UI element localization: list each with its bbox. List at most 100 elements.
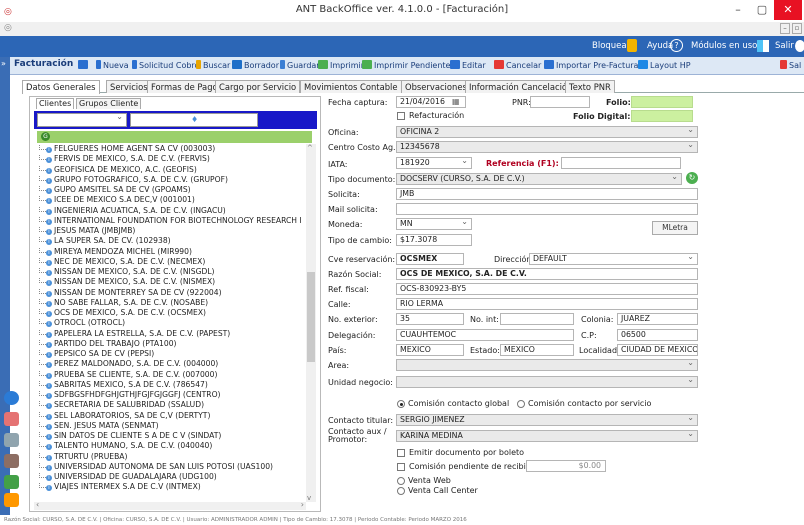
no-int-field[interactable] (500, 313, 574, 325)
cp-field[interactable]: 06500 (617, 329, 698, 341)
mdi-restore-icon[interactable]: ▫ (792, 23, 802, 34)
refacturacion-checkbox[interactable] (397, 112, 405, 120)
maximize-button[interactable]: ▢ (750, 0, 774, 20)
client-list-item[interactable]: i TRTURTU (PRUEBA) (36, 452, 127, 462)
client-list-item[interactable]: i SECRETARIA DE SALUBRIDAD (SSALUD) (36, 400, 204, 410)
refresh-icon[interactable]: ↻ (686, 172, 698, 184)
client-list-item[interactable]: i SEL LABORATORIOS, SA DE C,V (DERTYT) (36, 411, 210, 421)
tab-observaciones[interactable]: Observaciones (401, 80, 471, 93)
tools-icon[interactable] (4, 493, 19, 507)
client-list-item[interactable]: i PAPELERA LA ESTRELLA, S.A. DE C.V. (PAP… (36, 329, 230, 339)
client-list-item[interactable]: i PARTIDO DEL TRABAJO (PTA100) (36, 339, 177, 349)
client-list-item[interactable]: i NISSAN DE MEXICO, S.A. DE C.V. (NISGDL) (36, 267, 215, 277)
client-list-item[interactable]: i UNIVERSIDAD DE GUADALAJARA (UDG100) (36, 472, 217, 482)
exit-button[interactable]: Salir (775, 41, 794, 51)
scroll-up-icon[interactable]: ^ (307, 144, 313, 152)
tab-informacion-cancelacion[interactable]: Información Cancelación (465, 80, 577, 93)
client-list-item[interactable]: i SDFBGSFHDFGHJGTHJFGJFGJGGFJ (CENTRO) (36, 390, 221, 400)
client-list-item[interactable]: i SEN. JESUS MATA (SENMAT) (36, 421, 159, 431)
users-icon[interactable] (4, 412, 19, 426)
promotor-select[interactable]: KARINA MEDINA (396, 430, 698, 442)
tb-editar-button[interactable]: Editar (450, 60, 486, 70)
mail-solicita-field[interactable] (396, 203, 698, 215)
mdi-minimize-icon[interactable]: – (780, 23, 790, 34)
tb-nueva-button[interactable]: Nueva (96, 60, 129, 70)
tab-grupos-cliente[interactable]: Grupos Cliente (76, 98, 142, 109)
tab-datos-generales[interactable]: Datos Generales (22, 80, 100, 94)
referencia-field[interactable] (561, 157, 681, 169)
tab-texto-pnr[interactable]: Texto PNR (565, 80, 615, 93)
modules-button[interactable]: Módulos en uso (691, 41, 757, 51)
tb-guardar-button[interactable]: Guardar (280, 60, 320, 70)
client-list-item[interactable]: i PRUEBA SE CLIENTE, S.A. DE C.V. (007000… (36, 370, 217, 380)
client-search-input[interactable]: ♦ (130, 113, 258, 127)
client-list-item[interactable]: i PEPSICO SA DE CV (PEPSI) (36, 349, 154, 359)
client-list-item[interactable]: i NISSAN DE MEXICO, S.A. DE C.V. (NISMEX) (36, 277, 215, 287)
tab-clientes[interactable]: Clientes (36, 98, 75, 109)
tb-borrador-button[interactable]: Borrador (232, 60, 279, 70)
solicita-field[interactable]: JMB (396, 188, 698, 200)
tab-movimientos-contable[interactable]: Movimientos Contable (300, 80, 402, 93)
no-exterior-field[interactable]: 35 (396, 313, 464, 325)
pnr-field[interactable] (530, 96, 590, 108)
client-list-item[interactable]: i GUPO AMSITEL SA DE CV (GPOAMS) (36, 185, 191, 195)
oficina-select[interactable]: OFICINA 2 (396, 126, 698, 138)
client-list-item[interactable]: i LA SUPER SA. DE CV. (102938) (36, 236, 171, 246)
scroll-right-icon[interactable]: › (301, 500, 304, 509)
close-button[interactable]: ✕ (774, 0, 802, 20)
tipo-cambio-field[interactable]: $17.3078 (396, 234, 472, 246)
comision-global-radio[interactable] (397, 400, 405, 408)
scroll-down-icon[interactable]: v (307, 494, 311, 502)
razon-social-field[interactable]: OCS DE MEXICO, S.A. DE C.V. (396, 268, 698, 280)
network-icon[interactable] (4, 454, 19, 468)
tb-imprimir-button[interactable]: Imprimir (318, 60, 364, 70)
pais-field[interactable]: MEXICO (396, 344, 464, 356)
client-list-item[interactable]: i JESUS MATA (JMBJMB) (36, 226, 135, 236)
tb-solicitud-button[interactable]: Solicitud Cobro (132, 60, 199, 70)
tab-servicios[interactable]: Servicios (106, 80, 152, 93)
ref-fiscal-field[interactable]: OCS-830923-BY5 (396, 283, 698, 295)
tb-layout-button[interactable]: Layout HP (638, 60, 691, 70)
tab-formas-pago[interactable]: Formas de Pago (147, 80, 222, 93)
tb-grid-button[interactable] (78, 60, 90, 70)
tasks-icon[interactable] (4, 475, 19, 489)
moneda-select[interactable]: MN (396, 218, 472, 230)
unidad-negocio-select[interactable] (396, 376, 698, 388)
calle-field[interactable]: RIO LERMA (396, 298, 698, 310)
tipo-documento-select[interactable]: DOCSERV (CURSO, S.A. DE C.V.) (396, 173, 682, 185)
mail-icon[interactable] (4, 433, 19, 447)
client-list-item[interactable]: i PEREZ MALDONADO, S.A. DE C.V. (004000) (36, 359, 218, 369)
client-list-item[interactable]: i NISSAN DE MONTERREY SA DE CV (922004) (36, 288, 222, 298)
client-list-item[interactable]: i UNIVERSIDAD AUTONOMA DE SAN LUIS POTOSI… (36, 462, 273, 472)
venta-call-center-radio[interactable] (397, 487, 405, 495)
area-select[interactable] (396, 359, 698, 371)
client-list-item[interactable]: i SABRITAS MEXICO, S.A DE C.V. (786547) (36, 380, 208, 390)
estado-field[interactable]: MEXICO (500, 344, 574, 356)
client-list-item[interactable]: i NO SABE FALLAR, S.A. DE C.V. (NOSABE) (36, 298, 208, 308)
tb-imprimir-pendientes-button[interactable]: Imprimir Pendientes (362, 60, 455, 70)
client-list-item[interactable]: i TALENTO HUMANO, S.A. DE C.V. (040040) (36, 441, 212, 451)
client-list-item[interactable]: i OCS DE MEXICO, S.A. DE C.V. (OCSMEX) (36, 308, 206, 318)
client-list-item[interactable]: i INGENIERIA ACUATICA, S.A. DE C.V. (INGA… (36, 206, 226, 216)
localidad-field[interactable]: CIUDAD DE MEXICO (617, 344, 698, 356)
delegacion-field[interactable]: CUAUHTEMOC (396, 329, 574, 341)
client-list-item[interactable]: i MIREYA MENDOZA MICHEL (MIR990) (36, 247, 192, 257)
direccion-select[interactable]: DEFAULT (529, 253, 698, 265)
client-list-scroll-thumb[interactable] (307, 272, 315, 362)
client-list-item[interactable]: i INTERNATIONAL FOUNDATION FOR BIOTECHNOL… (36, 216, 302, 226)
client-list-item[interactable]: i OTROCL (OTROCL) (36, 318, 125, 328)
iata-select[interactable]: 181920 (396, 157, 472, 169)
client-list-item[interactable]: i VIAJES INTERMEX S.A DE C.V (INTMEX) (36, 482, 201, 492)
mletra-button[interactable]: MLetra (652, 221, 698, 235)
client-list-item[interactable]: i GEOFISICA DE MEXICO, A.C. (GEOFIS) (36, 165, 197, 175)
client-list-item[interactable]: i FERVIS DE MEXICO, S.A. DE C.V. (FERVIS) (36, 154, 210, 164)
contacto-titular-select[interactable]: SERGIO JIMENEZ (396, 414, 698, 426)
tb-cancelar-button[interactable]: Cancelar (494, 60, 541, 70)
venta-web-radio[interactable] (397, 477, 405, 485)
scroll-left-icon[interactable]: ‹ (36, 500, 39, 509)
client-list-item[interactable]: i GRUPO FOTOGRAFICO, S.A. DE C.V. (GRUPOF… (36, 175, 228, 185)
client-list-item[interactable]: i SIN DATOS DE CLIENTE S A DE C V (SINDAT… (36, 431, 221, 441)
tb-importar-button[interactable]: Importar Pre-Factura (544, 60, 638, 70)
tb-salir-button[interactable]: Sal (780, 60, 801, 70)
client-list-item[interactable]: i FELGUERES HOME AGENT SA CV (003003) (36, 144, 215, 154)
